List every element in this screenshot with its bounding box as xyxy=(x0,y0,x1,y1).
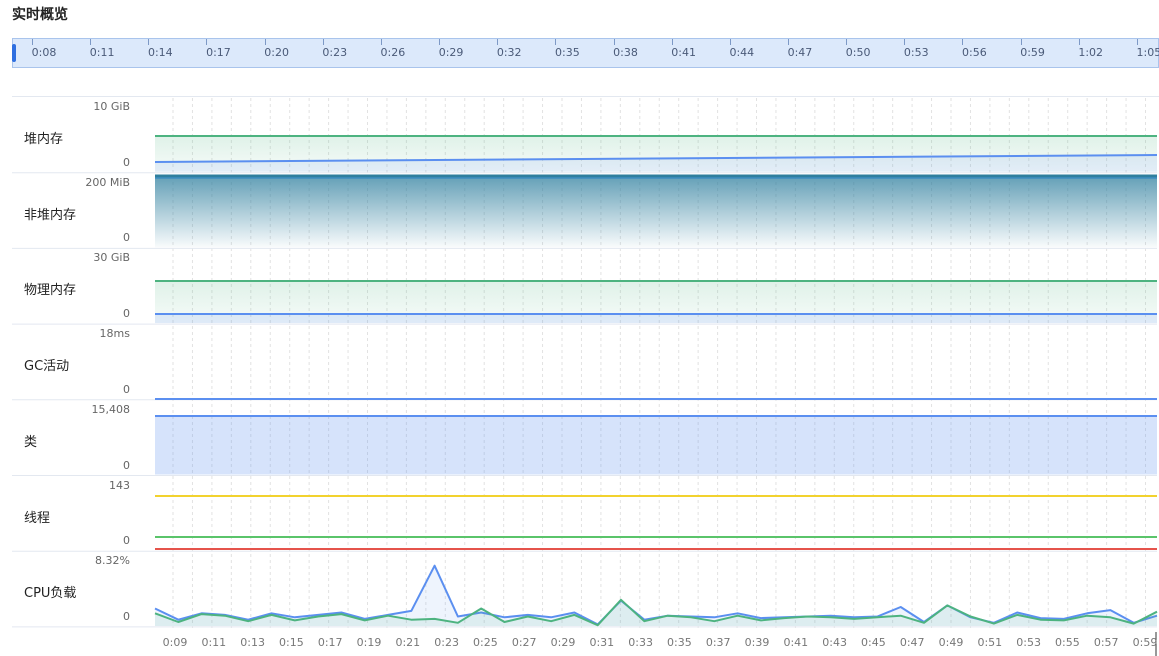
cpu-process-line xyxy=(154,564,1158,626)
x-tick-label: 0:49 xyxy=(938,636,964,649)
x-tick-label: 0:15 xyxy=(279,636,304,649)
physical-used-area xyxy=(155,314,1157,324)
x-tick-label: 0:33 xyxy=(628,636,653,649)
x-tick-label: 0:59 xyxy=(1132,636,1158,649)
x-tick-label: 0:47 xyxy=(899,636,925,649)
x-tick-label: 0:17 xyxy=(317,636,343,649)
x-tick-label: 0:55 xyxy=(1055,636,1080,649)
x-tick-label: 0:57 xyxy=(1093,636,1119,649)
x-tick-label: 0:31 xyxy=(589,636,615,649)
x-tick-label: 0:09 xyxy=(162,636,188,649)
x-tick-label: 0:29 xyxy=(550,636,576,649)
x-tick-label: 0:39 xyxy=(744,636,770,649)
x-tick-label: 0:13 xyxy=(240,636,265,649)
x-tick-label: 0:21 xyxy=(395,636,421,649)
x-tick-label: 0:11 xyxy=(201,636,227,649)
nonheap-area xyxy=(155,176,1157,248)
x-tick-label: 0:51 xyxy=(977,636,1003,649)
x-tick-label: 0:23 xyxy=(434,636,459,649)
x-tick-label: 0:35 xyxy=(667,636,692,649)
x-tick-label: 0:53 xyxy=(1016,636,1041,649)
classes-area xyxy=(155,416,1157,475)
x-tick-label: 0:37 xyxy=(705,636,731,649)
x-tick-label: 0:41 xyxy=(783,636,809,649)
x-tick-label: 0:43 xyxy=(822,636,847,649)
x-tick-label: 0:19 xyxy=(356,636,382,649)
cpu-system-area xyxy=(155,599,1157,626)
x-tick-label: 0:27 xyxy=(511,636,537,649)
x-tick-label: 0:45 xyxy=(861,636,886,649)
x-tick-label: 0:25 xyxy=(473,636,498,649)
metrics-chart xyxy=(12,98,1158,656)
